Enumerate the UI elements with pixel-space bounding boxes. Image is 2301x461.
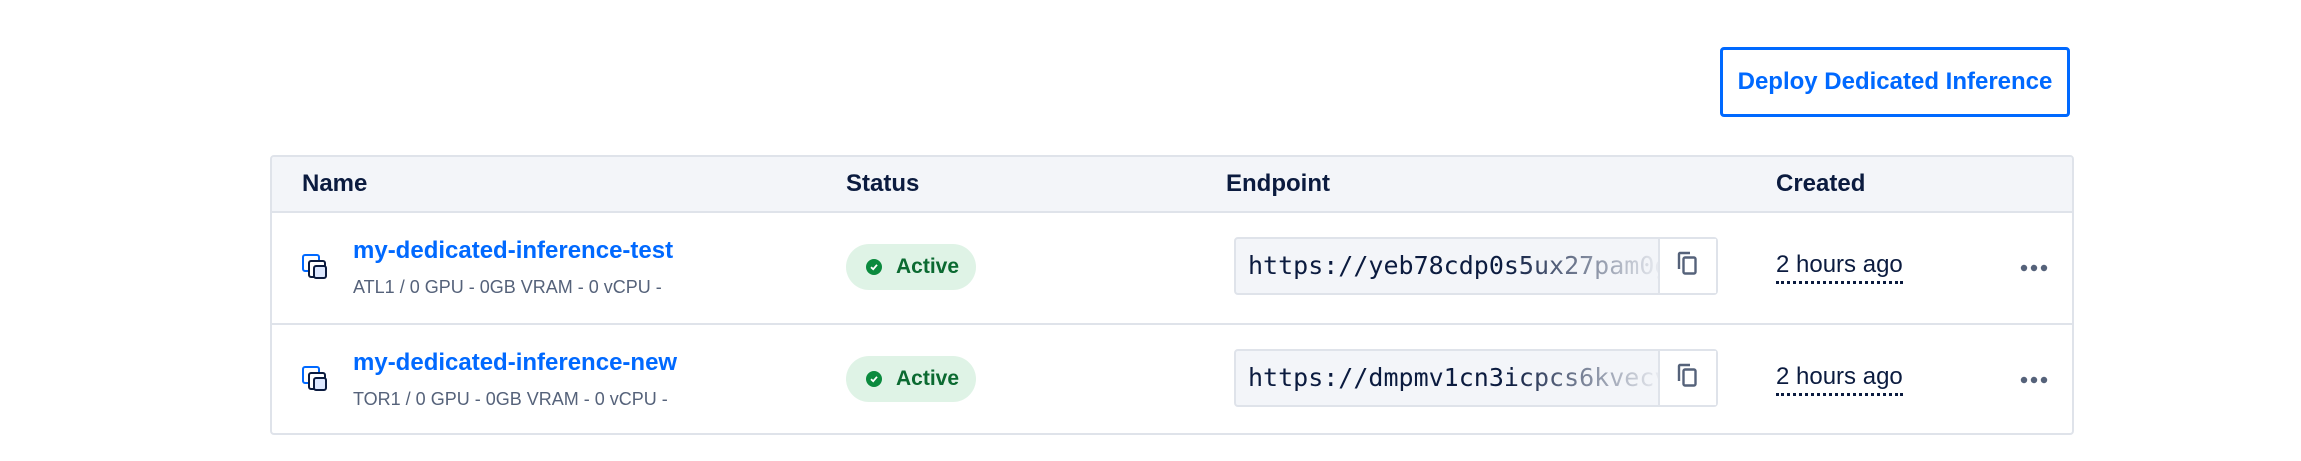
- endpoint-field: https://yeb78cdp0s5ux27pam0g: [1234, 237, 1718, 295]
- more-horizontal-icon: [2020, 259, 2048, 277]
- column-header-status[interactable]: Status: [846, 157, 919, 211]
- inference-model-icon: [300, 252, 332, 284]
- status-badge: Active: [846, 244, 976, 290]
- copy-endpoint-button[interactable]: [1658, 351, 1716, 405]
- created-time[interactable]: 2 hours ago: [1776, 363, 1903, 396]
- endpoint-url[interactable]: https://dmpmv1cn3icpcs6kvecv: [1236, 351, 1658, 405]
- row-actions-button[interactable]: [2012, 360, 2056, 400]
- endpoint-url[interactable]: https://yeb78cdp0s5ux27pam0g: [1236, 239, 1658, 293]
- copy-icon: [1675, 362, 1701, 395]
- inference-meta: ATL1 / 0 GPU - 0GB VRAM - 0 vCPU -: [353, 277, 662, 297]
- deploy-dedicated-inference-button[interactable]: Deploy Dedicated Inference: [1720, 47, 2070, 117]
- copy-endpoint-button[interactable]: [1658, 239, 1716, 293]
- status-badge: Active: [846, 356, 976, 402]
- more-horizontal-icon: [2020, 371, 2048, 389]
- column-header-name[interactable]: Name: [302, 157, 367, 211]
- check-circle-icon: [866, 371, 882, 387]
- created-time[interactable]: 2 hours ago: [1776, 251, 1903, 284]
- status-text: Active: [896, 367, 960, 390]
- check-circle-icon: [866, 259, 882, 275]
- column-header-endpoint: Endpoint: [1226, 170, 1330, 197]
- inference-table: Name Status Endpoint Created my-dedicate…: [270, 155, 2074, 435]
- column-header-created[interactable]: Created: [1776, 157, 1865, 211]
- table-header: Name Status Endpoint Created: [272, 157, 2072, 213]
- copy-icon: [1675, 250, 1701, 283]
- endpoint-field: https://dmpmv1cn3icpcs6kvecv: [1234, 349, 1718, 407]
- table-row: my-dedicated-inference-test ATL1 / 0 GPU…: [272, 213, 2072, 325]
- table-row: my-dedicated-inference-new TOR1 / 0 GPU …: [272, 325, 2072, 433]
- inference-model-icon: [300, 364, 332, 396]
- inference-name-link[interactable]: my-dedicated-inference-test: [353, 237, 673, 265]
- inference-name-link[interactable]: my-dedicated-inference-new: [353, 349, 677, 377]
- inference-meta: TOR1 / 0 GPU - 0GB VRAM - 0 vCPU -: [353, 389, 668, 409]
- status-text: Active: [896, 255, 960, 278]
- row-actions-button[interactable]: [2012, 248, 2056, 288]
